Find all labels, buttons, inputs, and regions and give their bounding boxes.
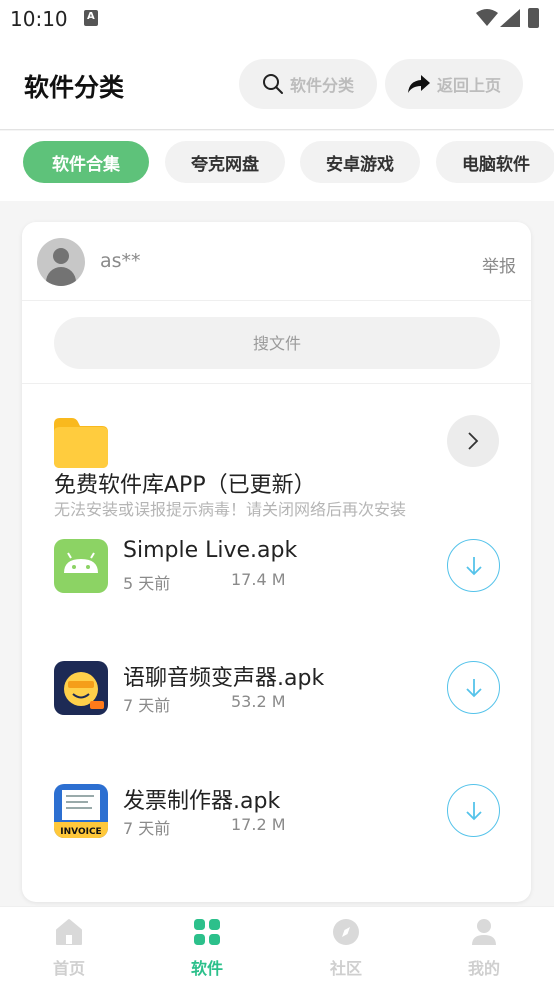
notification-icon [84,10,98,26]
tab-android-games[interactable]: 安卓游戏 [300,141,420,183]
report-button[interactable]: 举报 [482,252,516,277]
file-name: Simple Live.apk [123,538,298,563]
file-date: 7 天前 [123,819,171,838]
folder-item[interactable]: 免费软件库APP（已更新） 无法安装或误报提示病毒！请关闭网络后再次安装 [22,385,531,535]
nav-label: 首页 [52,959,85,978]
nav-label: 社区 [329,959,362,978]
share-card: as** 举报 免费软件库APP（已更新） 无法安装或误报提示病毒！请关闭网络后… [22,222,531,902]
download-button[interactable] [447,661,500,714]
tab-pc-software[interactable]: 电脑软件 [436,141,554,183]
category-tabs: 软件合集 夸克网盘 安卓游戏 电脑软件 [0,131,554,201]
file-size: 17.4 M [231,570,286,589]
download-button[interactable] [447,539,500,592]
home-icon [56,919,82,945]
search-category-button[interactable]: 软件分类 [239,59,377,109]
invoice-app-icon: INVOICE [54,784,108,838]
avatar[interactable] [37,238,85,286]
tab-software-collection[interactable]: 软件合集 [23,141,149,183]
back-button[interactable]: 返回上页 [385,59,523,109]
voice-changer-app-icon [54,661,108,715]
nav-label: 软件 [190,959,223,978]
folder-title: 免费软件库APP（已更新） [54,473,316,498]
file-search-input[interactable] [54,317,500,369]
file-size: 53.2 M [231,692,286,711]
page-title: 软件分类 [24,73,125,102]
file-name: 语聊音频变声器.apk [123,666,325,691]
compass-icon [333,919,359,945]
file-date: 7 天前 [123,696,171,715]
tab-quark-drive[interactable]: 夸克网盘 [165,141,285,183]
battery-icon [528,8,539,28]
file-size: 17.2 M [231,815,286,834]
signal-icon [500,9,520,27]
android-icon [54,539,108,593]
back-label: 返回上页 [436,76,501,95]
search-category-label: 软件分类 [289,76,354,95]
nav-item-mine[interactable]: 我的 [415,907,553,986]
search-icon [262,74,283,94]
user-icon [472,919,496,945]
chevron-right-icon [468,432,479,450]
nav-item-community[interactable]: 社区 [277,907,415,986]
download-icon [465,556,482,575]
wifi-icon [476,9,498,26]
file-item[interactable]: Simple Live.apk 5 天前 17.4 M [22,522,531,632]
grid-icon [194,919,220,945]
folder-icon [54,418,108,468]
file-item[interactable]: 语聊音频变声器.apk 7 天前 53.2 M [22,645,531,755]
file-date: 5 天前 [123,574,171,593]
share-forward-icon [407,75,430,93]
download-button[interactable] [447,784,500,837]
header: 软件分类 软件分类 返回上页 [0,38,554,130]
open-folder-button[interactable] [447,415,499,467]
invoice-icon-text: INVOICE [60,827,101,837]
download-icon [465,801,482,820]
nav-item-software[interactable]: 软件 [138,907,276,986]
user-name[interactable]: as** [100,250,141,272]
nav-item-home[interactable]: 首页 [0,907,138,986]
status-time: 10:10 [10,7,68,31]
status-bar: 10:10 [0,0,554,38]
nav-label: 我的 [467,959,500,978]
bottom-nav: 首页 软件 社区 我的 [0,906,554,986]
file-item[interactable]: INVOICE 发票制作器.apk 7 天前 17.2 M [22,767,531,877]
download-icon [465,678,482,697]
user-row: as** 举报 [22,222,531,301]
folder-description: 无法安装或误报提示病毒！请关闭网络后再次安装 [54,500,407,519]
file-search-row [22,302,531,384]
file-name: 发票制作器.apk [123,789,281,814]
